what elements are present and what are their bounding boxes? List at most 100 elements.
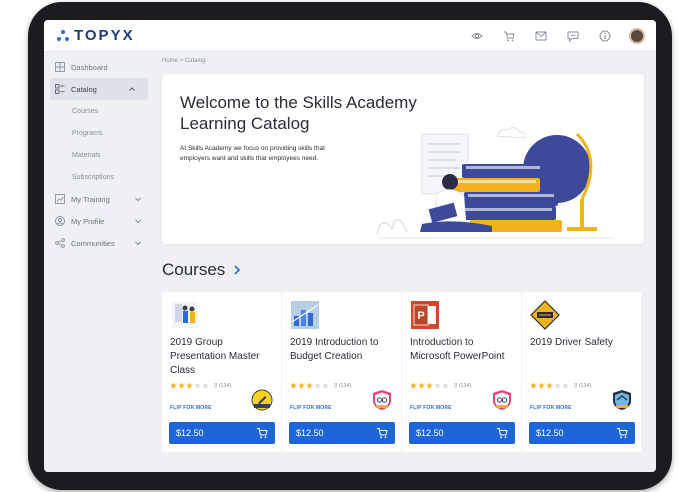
star-filled-icon xyxy=(410,382,417,389)
course-thumbnail xyxy=(291,301,319,329)
star-filled-icon xyxy=(290,382,297,389)
hero-illustration xyxy=(376,127,612,239)
sidebar-item-label: Catalog xyxy=(71,84,97,94)
catalog-icon xyxy=(54,84,65,95)
sidebar-item-label: Communities xyxy=(71,238,115,248)
chat-icon[interactable] xyxy=(564,27,582,45)
flip-for-more-link[interactable]: FLIP FOR MORE xyxy=(410,405,452,411)
sidebar-item-my-training[interactable]: My Training xyxy=(44,188,154,210)
star-filled-icon xyxy=(186,382,193,389)
course-rating: 3 (134) xyxy=(410,382,471,389)
review-count: 3 (134) xyxy=(574,382,592,389)
chevron-down-icon xyxy=(135,197,141,202)
user-avatar[interactable] xyxy=(628,27,646,45)
price-label: $12.50 xyxy=(296,428,324,438)
sidebar: Dashboard Catalog Courses Programs Mater… xyxy=(44,52,154,472)
sidebar-item-label: My Profile xyxy=(71,216,105,226)
cart-icon xyxy=(377,428,388,439)
price-label: $12.50 xyxy=(416,428,444,438)
info-icon[interactable] xyxy=(596,27,614,45)
chevron-down-icon xyxy=(135,219,141,224)
logo[interactable]: TOPYX xyxy=(56,27,135,44)
rating-stars xyxy=(170,382,210,389)
badge-icon xyxy=(493,390,511,410)
course-card[interactable]: 2019 Driver Safety 3 (134) FLIP FOR MORE… xyxy=(522,292,641,452)
course-thumbnail xyxy=(172,302,198,328)
flip-for-more-link[interactable]: FLIP FOR MORE xyxy=(290,405,332,411)
star-empty-icon xyxy=(194,382,201,389)
course-thumbnail xyxy=(530,300,560,330)
star-empty-icon xyxy=(314,382,321,389)
course-cards: 2019 Group Presentation Master Class 3 (… xyxy=(162,292,644,452)
tablet-frame: TOPYX Dashboard Catalog Courses Programs… xyxy=(28,2,672,490)
rating-stars xyxy=(410,382,450,389)
star-filled-icon xyxy=(418,382,425,389)
cart-icon[interactable] xyxy=(500,27,518,45)
sidebar-item-catalog[interactable]: Catalog xyxy=(50,78,148,100)
eye-icon[interactable] xyxy=(468,27,486,45)
rating-stars xyxy=(290,382,330,389)
course-thumbnail: P xyxy=(411,301,439,329)
star-filled-icon xyxy=(426,382,433,389)
star-filled-icon xyxy=(546,382,553,389)
add-to-cart-button[interactable]: $12.50 xyxy=(529,422,635,444)
cart-icon xyxy=(617,428,628,439)
star-filled-icon xyxy=(178,382,185,389)
course-card[interactable]: 2019 Introduction to Budget Creation 3 (… xyxy=(282,292,401,452)
main-content: Home > Catalog Welcome to the Skills Aca… xyxy=(162,52,648,472)
flip-for-more-link[interactable]: FLIP FOR MORE xyxy=(170,405,212,411)
sidebar-item-communities[interactable]: Communities xyxy=(44,232,154,254)
star-empty-icon xyxy=(322,382,329,389)
price-label: $12.50 xyxy=(536,428,564,438)
cart-icon xyxy=(257,428,268,439)
chart-icon xyxy=(54,194,65,205)
chevron-down-icon xyxy=(135,241,141,246)
sidebar-item-dashboard[interactable]: Dashboard xyxy=(44,56,154,78)
hero-banner: Welcome to the Skills Academy Learning C… xyxy=(162,74,644,244)
logo-mark-icon xyxy=(56,29,70,43)
sidebar-item-my-profile[interactable]: My Profile xyxy=(44,210,154,232)
course-rating: 3 (134) xyxy=(530,382,591,389)
courses-heading: Courses xyxy=(162,260,226,279)
badge-icon xyxy=(373,390,391,410)
price-label: $12.50 xyxy=(176,428,204,438)
sidebar-subitem-subscriptions[interactable]: Subscriptions xyxy=(44,166,154,188)
badge-icon xyxy=(613,390,631,410)
hero-text: At Skills Academy we focus on providing … xyxy=(180,145,325,162)
review-count: 3 (134) xyxy=(454,382,472,389)
star-filled-icon xyxy=(530,382,537,389)
star-empty-icon xyxy=(562,382,569,389)
sidebar-subitem-courses[interactable]: Courses xyxy=(44,100,154,122)
add-to-cart-button[interactable]: $12.50 xyxy=(409,422,515,444)
review-count: 3 (134) xyxy=(334,382,352,389)
star-filled-icon xyxy=(298,382,305,389)
logo-text: TOPYX xyxy=(74,27,135,44)
add-to-cart-button[interactable]: $12.50 xyxy=(169,422,275,444)
rating-stars xyxy=(530,382,570,389)
course-card[interactable]: 2019 Group Presentation Master Class 3 (… xyxy=(162,292,281,452)
flip-for-more-link[interactable]: FLIP FOR MORE xyxy=(530,405,572,411)
badge-icon xyxy=(251,389,273,411)
sidebar-item-label: My Training xyxy=(71,194,110,204)
courses-section-title[interactable]: Courses xyxy=(162,260,241,280)
course-title[interactable]: 2019 Introduction to Budget Creation xyxy=(290,336,396,364)
chevron-right-icon[interactable] xyxy=(233,264,241,276)
star-empty-icon xyxy=(202,382,209,389)
mail-icon[interactable] xyxy=(532,27,550,45)
course-card[interactable]: P Introduction to Microsoft PowerPoint 3… xyxy=(402,292,521,452)
breadcrumb[interactable]: Home > Catalog xyxy=(162,58,206,64)
sidebar-item-label: Dashboard xyxy=(71,62,108,72)
star-empty-icon xyxy=(554,382,561,389)
course-title[interactable]: Introduction to Microsoft PowerPoint xyxy=(410,336,516,364)
course-title[interactable]: 2019 Group Presentation Master Class xyxy=(170,336,276,378)
review-count: 3 (134) xyxy=(214,382,232,389)
course-rating: 3 (134) xyxy=(170,382,231,389)
top-bar: TOPYX xyxy=(44,20,656,52)
add-to-cart-button[interactable]: $12.50 xyxy=(289,422,395,444)
star-filled-icon xyxy=(170,382,177,389)
communities-icon xyxy=(54,238,65,249)
course-title[interactable]: 2019 Driver Safety xyxy=(530,336,636,350)
sidebar-subitem-programs[interactable]: Programs xyxy=(44,122,154,144)
sidebar-subitem-materials[interactable]: Materials xyxy=(44,144,154,166)
profile-icon xyxy=(54,216,65,227)
